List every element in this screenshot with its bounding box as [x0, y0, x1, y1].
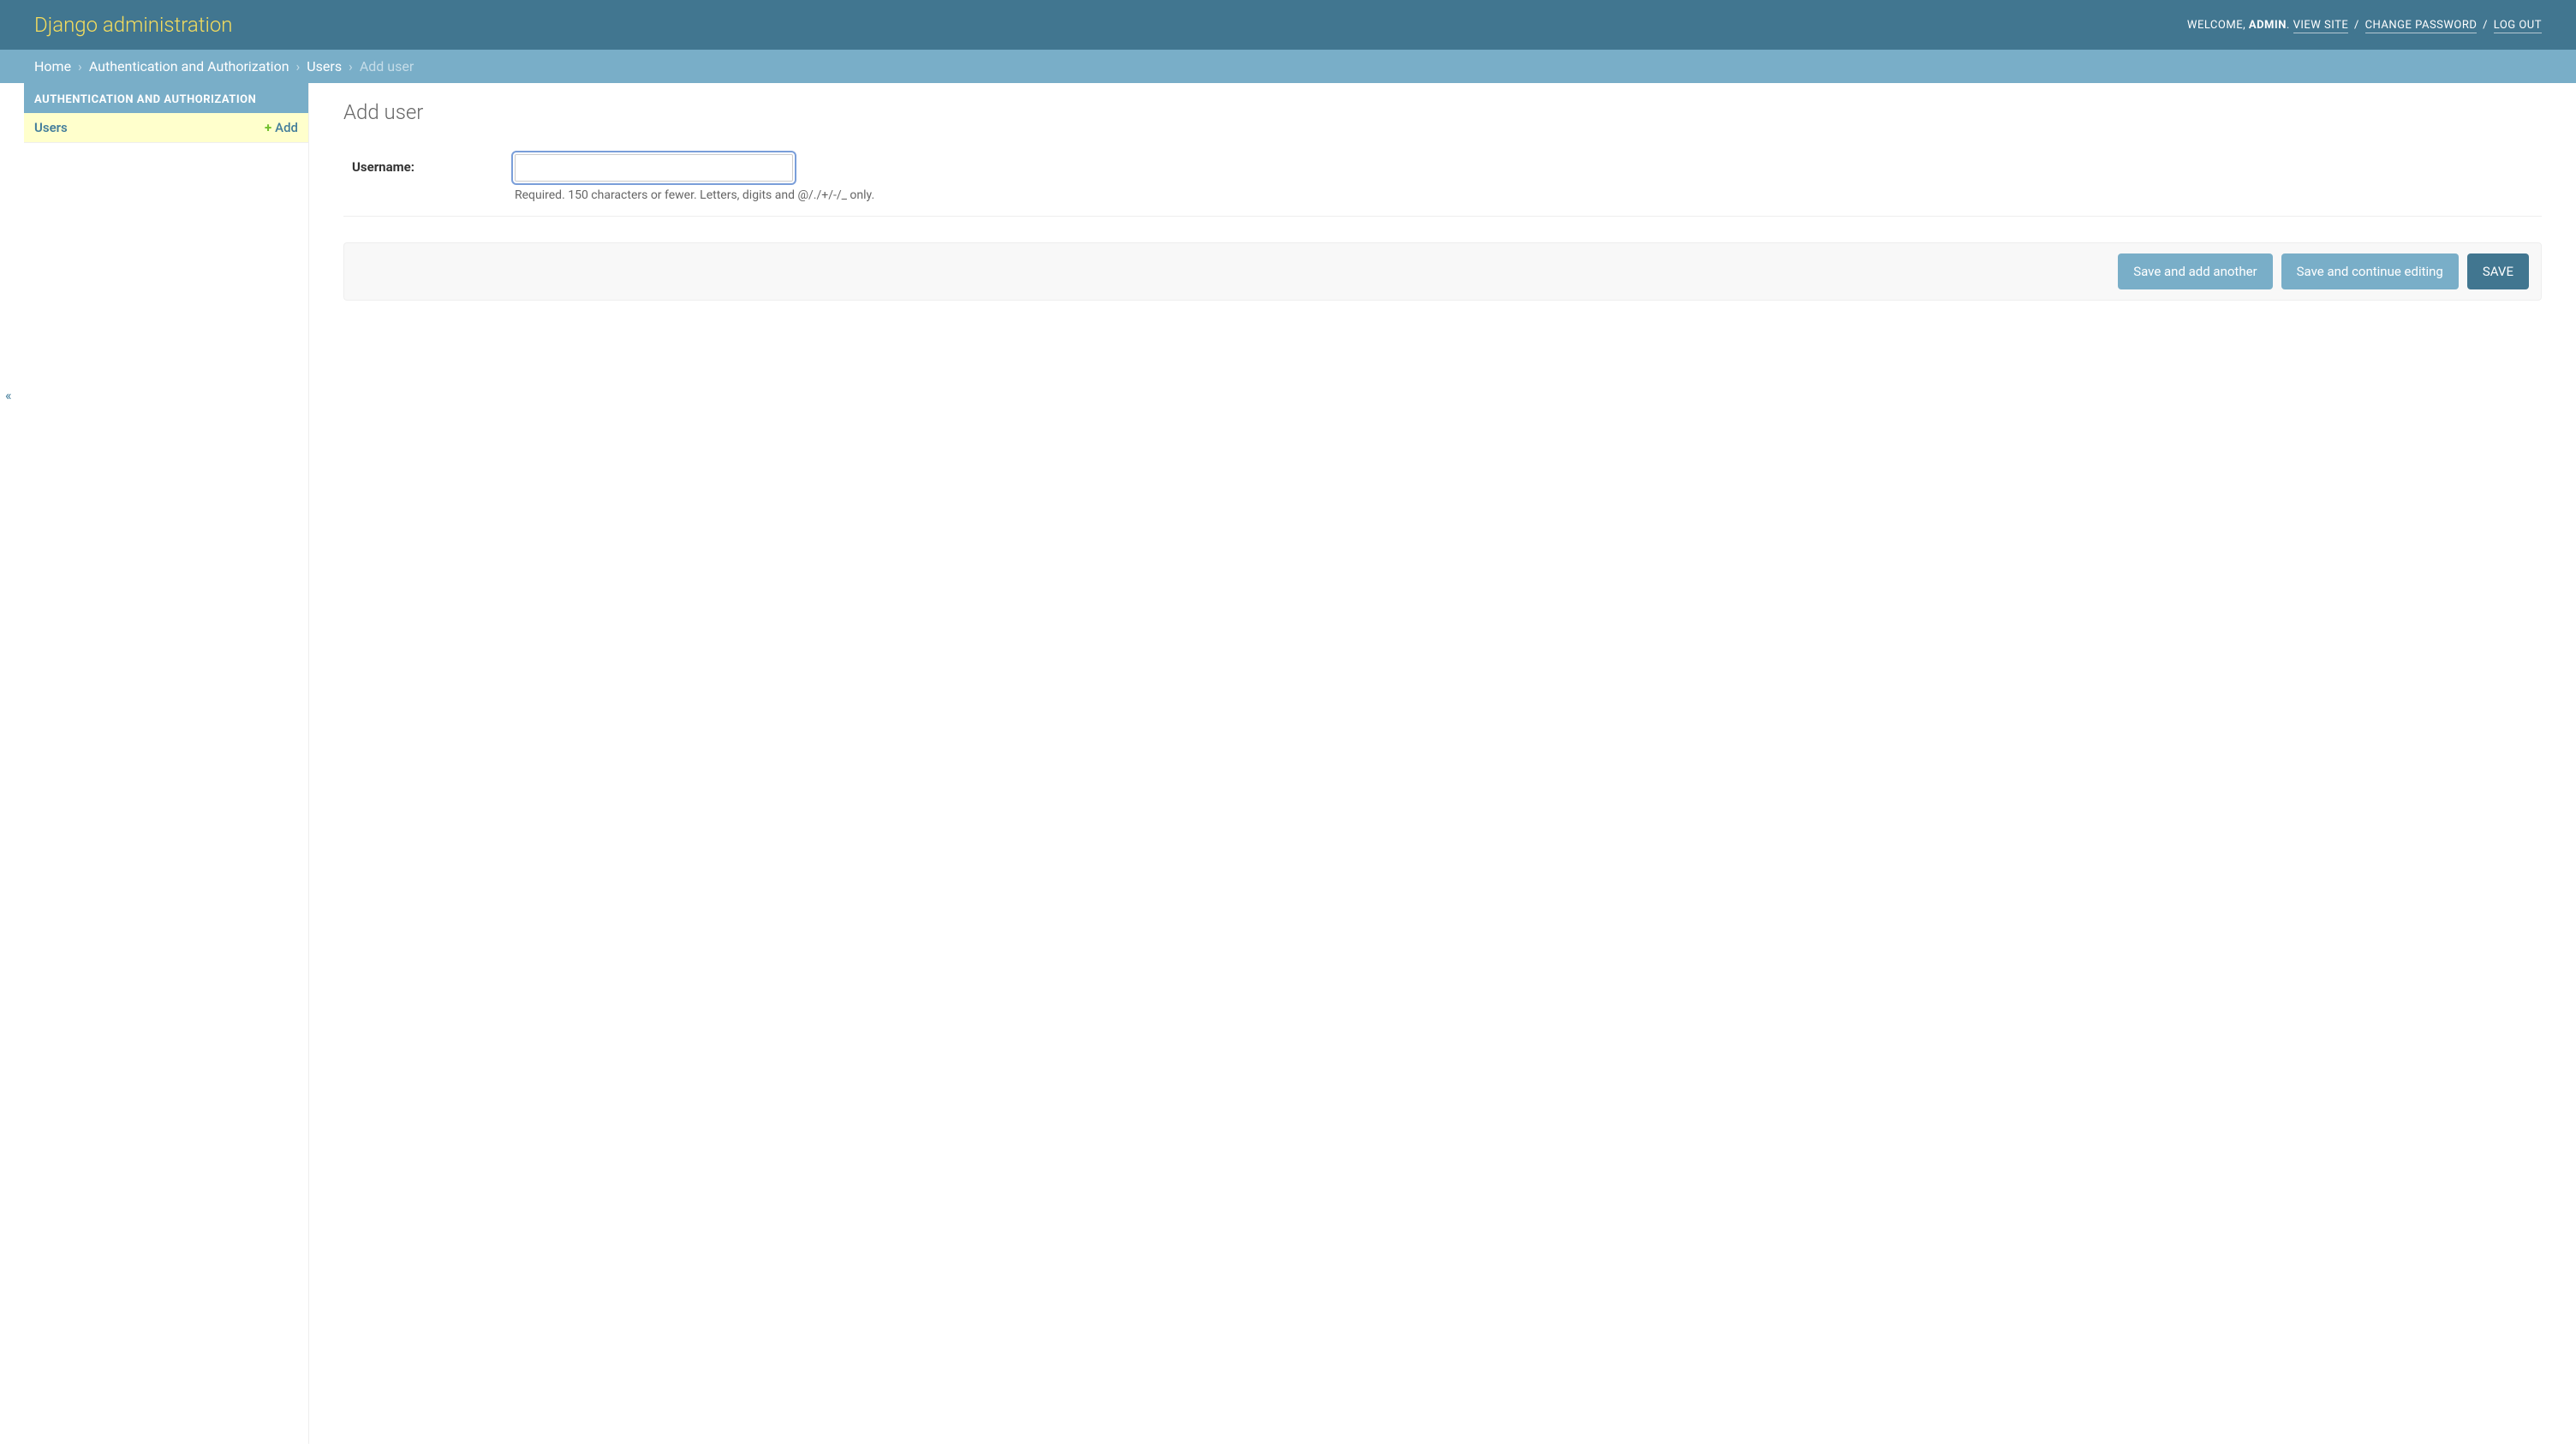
view-site-link[interactable]: VIEW SITE: [2293, 19, 2349, 33]
user-tools: WELCOME, ADMIN. VIEW SITE / CHANGE PASSW…: [2187, 19, 2542, 32]
app-section-link[interactable]: AUTHENTICATION AND AUTHORIZATION: [34, 93, 256, 106]
current-user: ADMIN: [2249, 19, 2287, 32]
site-title[interactable]: Django administration: [34, 13, 233, 37]
breadcrumb-sep: ›: [349, 58, 353, 75]
breadcrumbs: Home › Authentication and Authorization …: [0, 50, 2576, 83]
username-field-box: Required. 150 characters or fewer. Lette…: [515, 154, 2542, 202]
page-title: Add user: [343, 100, 2542, 124]
separator: /: [2351, 19, 2362, 32]
header: Django administration WELCOME, ADMIN. VI…: [0, 0, 2576, 50]
breadcrumb-sep: ›: [296, 58, 301, 75]
form-row-username: Username: Required. 150 characters or fe…: [343, 146, 2542, 217]
username-label: Username:: [343, 154, 515, 175]
breadcrumb-current: Add user: [360, 58, 414, 75]
plus-icon: +: [265, 120, 271, 135]
branding: Django administration: [34, 13, 233, 37]
username-help-text: Required. 150 characters or fewer. Lette…: [515, 188, 2542, 202]
dot: .: [2287, 19, 2293, 32]
main-container: « AUTHENTICATION AND AUTHORIZATION Users…: [0, 83, 2576, 1444]
add-label: Add: [275, 120, 298, 135]
model-users-link[interactable]: Users: [34, 120, 68, 135]
nav-sidebar: AUTHENTICATION AND AUTHORIZATION Users +…: [24, 83, 309, 1444]
welcome-text: WELCOME,: [2187, 19, 2249, 32]
sidebar-item-users: Users + Add: [24, 113, 308, 143]
change-password-link[interactable]: CHANGE PASSWORD: [2365, 19, 2478, 33]
breadcrumb-auth[interactable]: Authentication and Authorization: [89, 58, 289, 75]
app-module-auth: AUTHENTICATION AND AUTHORIZATION Users +…: [24, 83, 308, 143]
submit-row: Save and add another Save and continue e…: [343, 242, 2542, 301]
separator: /: [2479, 19, 2490, 32]
username-input[interactable]: [515, 154, 793, 182]
breadcrumb-home[interactable]: Home: [34, 58, 71, 75]
breadcrumb-users[interactable]: Users: [307, 58, 342, 75]
app-section-header[interactable]: AUTHENTICATION AND AUTHORIZATION: [24, 86, 308, 113]
content: Add user Username: Required. 150 charact…: [309, 83, 2576, 1444]
logout-link[interactable]: LOG OUT: [2494, 19, 2542, 33]
model-users-add-link[interactable]: + Add: [265, 120, 298, 135]
breadcrumb-sep: ›: [78, 58, 82, 75]
save-button[interactable]: SAVE: [2467, 253, 2529, 289]
save-add-another-button[interactable]: Save and add another: [2118, 253, 2272, 289]
toggle-sidebar-icon[interactable]: «: [5, 387, 12, 403]
save-continue-button[interactable]: Save and continue editing: [2281, 253, 2459, 289]
